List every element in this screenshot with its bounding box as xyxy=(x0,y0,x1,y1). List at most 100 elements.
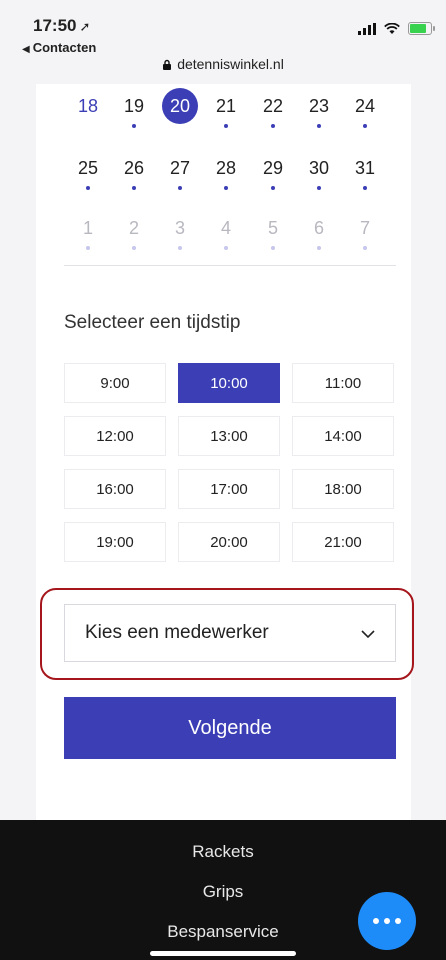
calendar-day-19[interactable]: 19 xyxy=(116,92,152,128)
calendar-day-21[interactable]: 21 xyxy=(208,92,244,128)
status-bar: 17:50 ➚ ◀ Contacten detenniswinkel.nl xyxy=(0,0,446,84)
availability-dot-icon xyxy=(363,246,367,250)
calendar-day-24[interactable]: 24 xyxy=(347,92,383,128)
clock: 17:50 ➚ xyxy=(33,16,90,36)
back-to-app-link[interactable]: ◀ Contacten xyxy=(22,40,96,55)
calendar-day-28[interactable]: 28 xyxy=(208,154,244,190)
footer-link-rackets[interactable]: Rackets xyxy=(0,842,446,862)
back-triangle-icon: ◀ xyxy=(22,44,30,55)
calendar-day-number: 29 xyxy=(262,158,284,178)
calendar-day-29[interactable]: 29 xyxy=(255,154,291,190)
dot-icon xyxy=(373,918,379,924)
time-slot-button[interactable]: 11:00 xyxy=(292,363,394,403)
calendar-day-2[interactable]: 2 xyxy=(116,214,152,250)
availability-dot-icon xyxy=(178,186,182,190)
calendar-day-30[interactable]: 30 xyxy=(301,154,337,190)
availability-dot-icon xyxy=(317,246,321,250)
calendar-day-18[interactable]: 18 xyxy=(70,92,106,120)
calendar-day-number: 20 xyxy=(162,88,198,124)
time-slot-button[interactable]: 21:00 xyxy=(292,522,394,562)
calendar-day-number: 19 xyxy=(123,96,145,116)
availability-dot-icon xyxy=(132,246,136,250)
clock-time: 17:50 xyxy=(33,16,77,35)
system-indicators xyxy=(358,22,435,35)
time-slot-button[interactable]: 10:00 xyxy=(178,363,280,403)
employee-select-label: Kies een medewerker xyxy=(85,622,269,643)
calendar-day-31[interactable]: 31 xyxy=(347,154,383,190)
calendar-day-number: 5 xyxy=(267,218,278,238)
calendar-day-27[interactable]: 27 xyxy=(162,154,198,190)
calendar-day-3[interactable]: 3 xyxy=(162,214,198,250)
calendar-day-25[interactable]: 25 xyxy=(70,154,106,190)
calendar-day-number: 1 xyxy=(82,218,93,238)
battery-icon xyxy=(408,22,435,35)
calendar-day-4[interactable]: 4 xyxy=(208,214,244,250)
calendar-day-20[interactable]: 20 xyxy=(162,88,198,124)
availability-dot-icon xyxy=(271,124,275,128)
availability-dot-icon xyxy=(86,246,90,250)
url-text: detenniswinkel.nl xyxy=(177,56,284,72)
back-app-label: Contacten xyxy=(32,40,97,55)
time-slot-button[interactable]: 20:00 xyxy=(178,522,280,562)
address-bar[interactable]: detenniswinkel.nl xyxy=(0,56,446,72)
chat-button[interactable] xyxy=(358,892,416,950)
availability-dot-icon xyxy=(224,124,228,128)
calendar-day-number: 18 xyxy=(77,96,99,116)
availability-dot-icon xyxy=(224,246,228,250)
calendar-day-number: 28 xyxy=(215,158,237,178)
employee-select[interactable]: Kies een medewerker xyxy=(64,604,396,662)
wifi-icon xyxy=(384,22,400,34)
calendar-divider xyxy=(64,265,396,266)
signal-icon xyxy=(358,22,376,35)
calendar-day-6[interactable]: 6 xyxy=(301,214,337,250)
availability-dot-icon xyxy=(132,186,136,190)
calendar-day-number: 7 xyxy=(359,218,370,238)
availability-dot-icon xyxy=(271,186,275,190)
availability-dot-icon xyxy=(178,246,182,250)
availability-dot-icon xyxy=(86,186,90,190)
availability-dot-icon xyxy=(363,186,367,190)
calendar-day-number: 23 xyxy=(308,96,330,116)
availability-dot-icon xyxy=(363,124,367,128)
availability-dot-icon xyxy=(132,124,136,128)
time-slot-button[interactable]: 18:00 xyxy=(292,469,394,509)
time-slot-button[interactable]: 19:00 xyxy=(64,522,166,562)
chevron-down-icon xyxy=(361,630,375,639)
calendar-day-1[interactable]: 1 xyxy=(70,214,106,250)
calendar-day-number: 3 xyxy=(174,218,185,238)
calendar-day-number: 6 xyxy=(313,218,324,238)
calendar-day-22[interactable]: 22 xyxy=(255,92,291,128)
time-slot-button[interactable]: 14:00 xyxy=(292,416,394,456)
calendar-day-number: 22 xyxy=(262,96,284,116)
calendar-day-number: 30 xyxy=(308,158,330,178)
calendar-week-row: 1 2 3 4 5 6 7 xyxy=(64,214,388,264)
calendar-day-number: 25 xyxy=(77,158,99,178)
availability-dot-icon xyxy=(317,186,321,190)
availability-dot-icon xyxy=(317,124,321,128)
calendar-day-5[interactable]: 5 xyxy=(255,214,291,250)
time-section-title: Selecteer een tijdstip xyxy=(64,312,241,333)
availability-dot-icon xyxy=(224,186,228,190)
time-slot-button[interactable]: 16:00 xyxy=(64,469,166,509)
calendar-week-row: 18 19 20 21 22 23 24 xyxy=(64,88,388,142)
time-slot-button[interactable]: 9:00 xyxy=(64,363,166,403)
calendar-day-26[interactable]: 26 xyxy=(116,154,152,190)
calendar-day-number: 21 xyxy=(215,96,237,116)
calendar-day-23[interactable]: 23 xyxy=(301,92,337,128)
calendar-week-row: 25 26 27 28 29 30 31 xyxy=(64,154,388,204)
calendar-day-number: 2 xyxy=(128,218,139,238)
home-indicator xyxy=(150,951,296,956)
time-slot-button[interactable]: 17:00 xyxy=(178,469,280,509)
time-slot-button[interactable]: 12:00 xyxy=(64,416,166,456)
calendar-day-number: 24 xyxy=(354,96,376,116)
calendar-day-number: 4 xyxy=(220,218,231,238)
footer: Rackets Grips Bespanservice xyxy=(0,820,446,960)
availability-dot-icon xyxy=(271,246,275,250)
lock-icon xyxy=(163,59,172,70)
location-arrow-icon: ➚ xyxy=(79,19,91,34)
calendar-day-7[interactable]: 7 xyxy=(347,214,383,250)
dot-icon xyxy=(384,918,390,924)
calendar-day-number: 27 xyxy=(169,158,191,178)
next-button[interactable]: Volgende xyxy=(64,697,396,759)
time-slot-button[interactable]: 13:00 xyxy=(178,416,280,456)
